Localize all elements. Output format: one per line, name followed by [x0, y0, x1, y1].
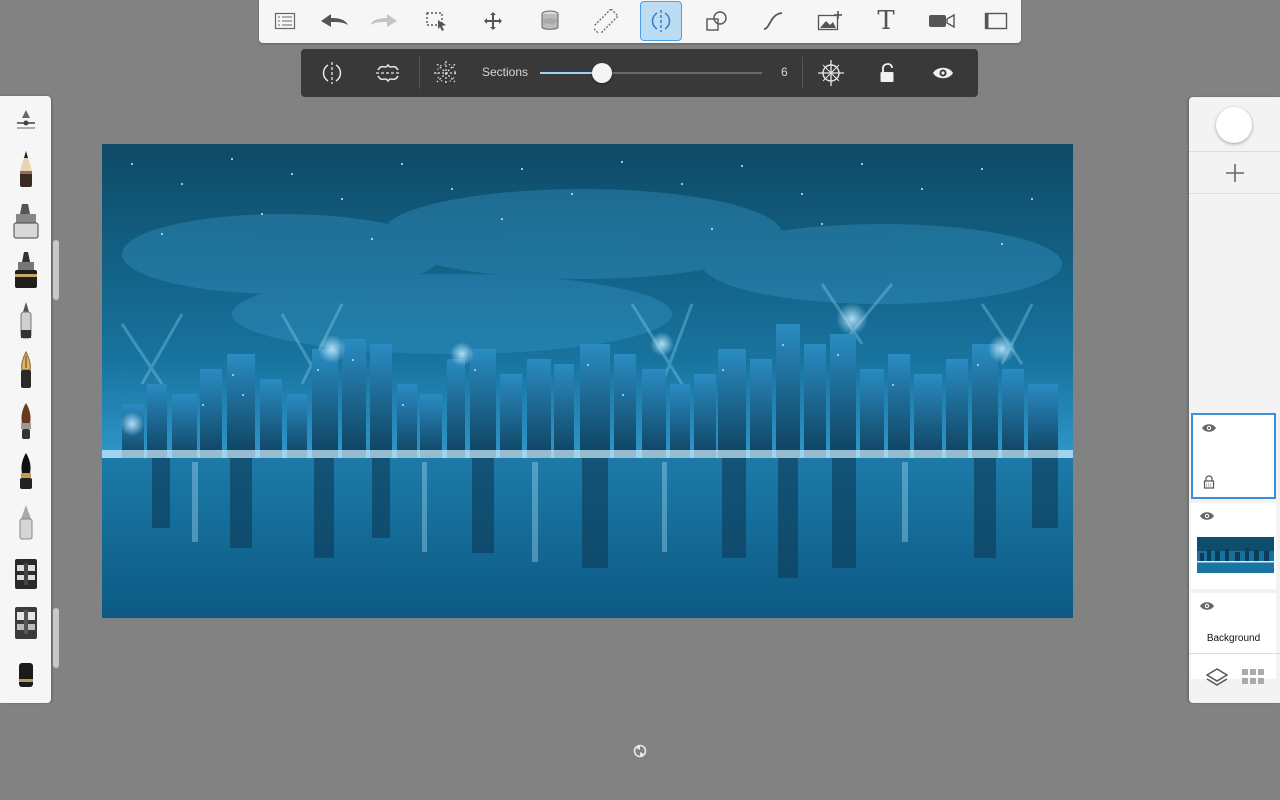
brush-chisel-button[interactable]: [6, 653, 46, 695]
sections-slider-thumb[interactable]: [592, 63, 613, 83]
undo-icon: [321, 14, 348, 27]
lock-icon[interactable]: [1203, 475, 1215, 489]
layers-stack-icon[interactable]: [1206, 667, 1228, 687]
list-button[interactable]: [264, 1, 306, 41]
eye-icon: [933, 67, 953, 79]
pencil-icon: [20, 151, 32, 187]
vertical-symmetry-icon: [322, 62, 342, 84]
brush-ballpoint-button[interactable]: [6, 299, 46, 341]
rotate-reset-icon[interactable]: [633, 744, 647, 758]
horizontal-symmetry-icon: [376, 63, 400, 83]
layer-label-background: Background: [1206, 633, 1261, 644]
chisel-icon: [19, 663, 33, 687]
main-toolbar: T: [259, 0, 1021, 43]
selection-button[interactable]: [416, 1, 458, 41]
curve-icon: [763, 12, 783, 30]
ruler-icon: [594, 9, 618, 33]
symmetry-button[interactable]: [640, 1, 682, 41]
undo-button[interactable]: [313, 1, 355, 41]
marker-icon: [13, 204, 39, 239]
fill-icon: [541, 10, 559, 30]
layer-1[interactable]: [1191, 413, 1276, 499]
video-icon: [929, 13, 955, 29]
selection-icon: [426, 12, 446, 31]
brush-ink-button[interactable]: [6, 450, 46, 492]
eye-icon[interactable]: [1201, 423, 1217, 433]
symmetry-vertical-button[interactable]: [312, 53, 352, 93]
symmetry-horizontal-button[interactable]: [368, 53, 408, 93]
selector-icon: [17, 110, 35, 129]
brush-pencil-button[interactable]: [6, 148, 46, 190]
brush-eraser-button[interactable]: [6, 602, 46, 644]
brush-smudge-button[interactable]: [6, 552, 46, 594]
symmetry-icon: [651, 10, 671, 32]
layer-thumbnail: [1197, 537, 1274, 573]
transform-button[interactable]: [472, 1, 514, 41]
center-target-icon: [818, 60, 844, 86]
lock-symmetry-button[interactable]: [867, 53, 907, 93]
grid-icon[interactable]: [1242, 669, 1264, 685]
shapes-button[interactable]: [696, 1, 738, 41]
unlock-icon: [880, 63, 894, 82]
brush-fountain-pen-button[interactable]: [6, 349, 46, 391]
shapes-icon: [706, 11, 727, 31]
layers-footer: [1189, 653, 1280, 703]
brush-palette: [0, 96, 51, 703]
paintbrush-icon: [21, 403, 31, 439]
brush-marker-button[interactable]: [6, 199, 46, 241]
symmetry-options-bar: Sections 6: [301, 49, 978, 97]
ruler-button[interactable]: [585, 1, 627, 41]
brush-paintbrush-button[interactable]: [6, 400, 46, 442]
ballpoint-icon: [20, 302, 32, 339]
pen-icon: [15, 252, 37, 288]
video-button[interactable]: [921, 1, 963, 41]
eye-icon[interactable]: [1199, 601, 1215, 611]
smudge-icon: [15, 559, 37, 589]
fountain-pen-icon: [21, 350, 31, 388]
radial-symmetry-icon: [434, 61, 458, 85]
airbrush-icon: [19, 505, 33, 540]
city-skyline-artwork: [102, 144, 1073, 618]
redo-icon: [370, 14, 397, 27]
list-icon: [274, 12, 296, 30]
sections-slider[interactable]: [540, 63, 762, 83]
text-icon: T: [877, 6, 895, 36]
add-image-icon: [817, 11, 842, 31]
fullscreen-button[interactable]: [975, 1, 1017, 41]
brush-palette-scroll-handle-top[interactable]: [53, 240, 59, 300]
symmetry-center-button[interactable]: [811, 53, 851, 93]
transform-icon: [484, 12, 502, 30]
eraser-icon: [15, 607, 37, 639]
brush-airbrush-button[interactable]: [6, 500, 46, 542]
brush-pen-button[interactable]: [6, 249, 46, 291]
sections-value: 6: [781, 65, 788, 79]
drawing-canvas[interactable]: [102, 144, 1073, 618]
brush-palette-scroll-handle-bottom[interactable]: [53, 608, 59, 668]
fullscreen-icon: [984, 12, 1008, 30]
fill-button[interactable]: [529, 1, 571, 41]
curve-button[interactable]: [752, 1, 794, 41]
eye-icon[interactable]: [1199, 511, 1215, 521]
brush-selector-button[interactable]: [6, 98, 46, 140]
text-button[interactable]: T: [865, 1, 907, 41]
ink-brush-icon: [20, 453, 32, 489]
sections-label: Sections: [482, 65, 529, 79]
add-image-button[interactable]: [809, 1, 851, 41]
layer-2-artwork[interactable]: [1191, 503, 1276, 589]
color-picker-button[interactable]: [1216, 107, 1252, 143]
visibility-symmetry-button[interactable]: [923, 53, 963, 93]
add-layer-icon[interactable]: [1221, 159, 1249, 187]
layers-panel: Background: [1189, 97, 1280, 703]
redo-button[interactable]: [363, 1, 405, 41]
symmetry-radial-button[interactable]: [426, 53, 466, 93]
